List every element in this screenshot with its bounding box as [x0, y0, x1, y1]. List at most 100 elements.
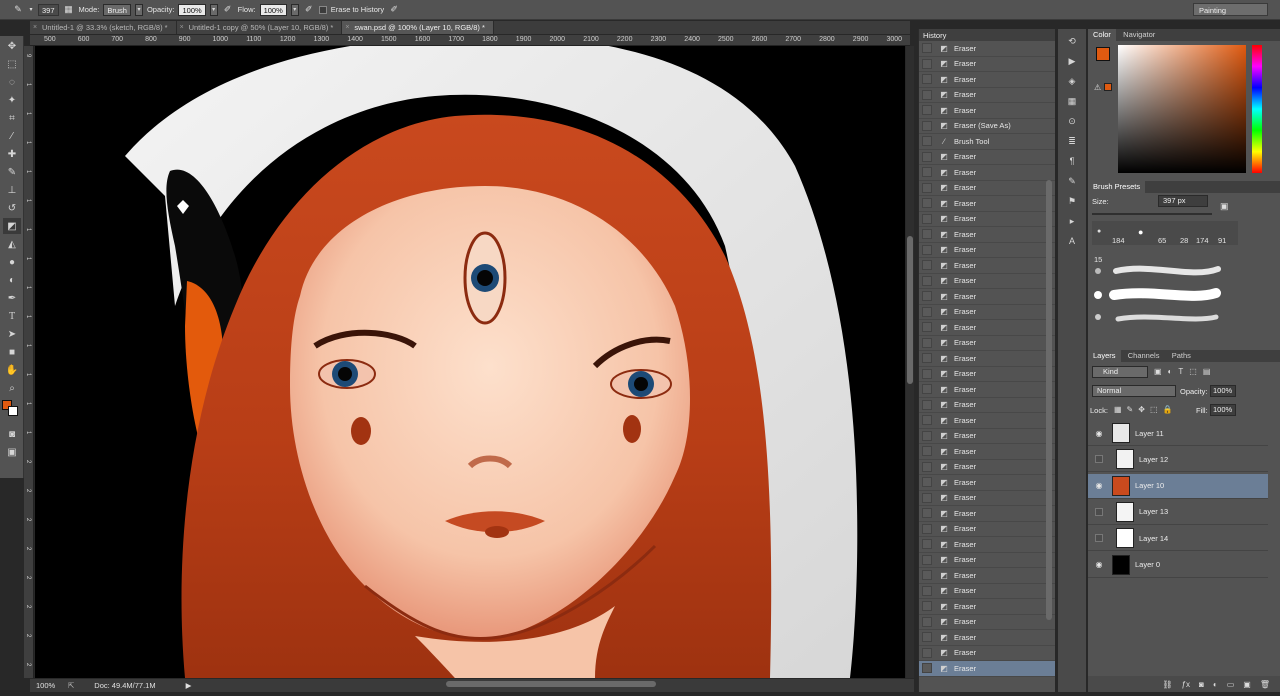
layer-row[interactable]: ◉ Layer 10 [1088, 473, 1268, 499]
path-selection-tool-icon[interactable]: ➤ [3, 326, 21, 342]
history-snapshot-checkbox[interactable] [922, 120, 932, 131]
history-item[interactable]: ◩ Eraser [919, 289, 1055, 305]
history-item[interactable]: ◩ Eraser [919, 646, 1055, 661]
clone-source-icon[interactable]: ⊙ [1063, 113, 1081, 129]
history-snapshot-checkbox[interactable] [922, 105, 932, 116]
history-item[interactable]: ◩ Eraser [919, 165, 1055, 181]
actions-panel-icon[interactable]: ▶ [1063, 53, 1081, 69]
workspace-select[interactable]: Painting [1193, 3, 1268, 16]
visibility-toggle[interactable] [1095, 534, 1103, 543]
share-icon[interactable]: ⇱ [68, 681, 74, 690]
airbrush-icon[interactable]: ✐ [303, 4, 315, 16]
history-snapshot-checkbox[interactable] [922, 415, 932, 426]
swatches-panel-icon[interactable]: ▦ [1063, 93, 1081, 109]
layer-row[interactable]: Layer 13 [1088, 500, 1268, 525]
brush-size-input[interactable]: 397 px [1158, 195, 1208, 207]
marquee-tool-icon[interactable]: ⬚ [3, 56, 21, 72]
tab-brush-presets[interactable]: Brush Presets [1088, 181, 1146, 193]
history-snapshot-checkbox[interactable] [922, 58, 932, 69]
erase-to-history-checkbox[interactable] [318, 5, 327, 14]
mode-select[interactable]: Brush [103, 3, 131, 16]
history-snapshot-checkbox[interactable] [922, 399, 932, 410]
history-item[interactable]: ◩ Eraser [919, 320, 1055, 336]
eye-icon[interactable]: ◉ [1092, 558, 1106, 572]
history-item[interactable]: ◩ Eraser [919, 196, 1055, 212]
visibility-toggle[interactable] [1095, 507, 1103, 516]
zoom-level[interactable]: 100% [36, 681, 62, 690]
adjustment-layer-icon[interactable]: ◐ [1213, 680, 1218, 689]
history-item[interactable]: ◩ Eraser [919, 336, 1055, 351]
lock-icons[interactable]: ▦✎✥⬚🔒 [1114, 405, 1177, 414]
brush-tip-size[interactable]: 174 [1196, 236, 1209, 245]
tab-channels[interactable]: Channels [1123, 350, 1165, 362]
opacity-input[interactable]: 100% [178, 3, 206, 16]
clone-stamp-tool-icon[interactable]: ⊥ [3, 182, 21, 198]
link-layers-icon[interactable]: ⛓ [1162, 680, 1172, 689]
history-snapshot-checkbox[interactable] [922, 74, 932, 85]
brush-tip-size[interactable]: 91 [1218, 236, 1226, 245]
delete-layer-icon[interactable]: 🗑 [1260, 680, 1270, 689]
background-color-swatch[interactable] [8, 406, 18, 416]
brush-tool-icon[interactable]: ✎ [3, 164, 21, 180]
tab-paths[interactable]: Paths [1167, 350, 1196, 362]
history-snapshot-checkbox[interactable] [922, 477, 932, 488]
brush-tip-size[interactable]: 28 [1180, 236, 1188, 245]
fx-icon[interactable]: ƒx [1182, 680, 1190, 689]
pressure-opacity-icon[interactable]: ✐ [222, 4, 234, 16]
tool-presets-icon[interactable]: ⚑ [1063, 193, 1081, 209]
brush-tip-hard-icon[interactable]: ● [1138, 227, 1143, 237]
mode-dropdown[interactable]: ▾ [134, 3, 143, 16]
layer-row[interactable]: Layer 14 [1088, 526, 1268, 552]
close-icon[interactable]: × [180, 21, 184, 34]
history-item[interactable]: ◩ Eraser [919, 553, 1055, 568]
gamut-color-chip[interactable] [1104, 83, 1112, 91]
tab-untitled-1[interactable]: × Untitled-1 @ 33.3% (sketch, RGB/8) * [30, 21, 177, 34]
history-item[interactable]: ◩ Eraser [919, 522, 1055, 537]
brush-panel-icon[interactable]: ▦ [63, 4, 75, 16]
hue-slider[interactable] [1252, 45, 1262, 173]
tab-color[interactable]: Color [1088, 29, 1116, 41]
color-field[interactable] [1118, 45, 1246, 173]
history-snapshot-checkbox[interactable] [922, 446, 932, 457]
brush-tip-soft-icon[interactable]: ● [1097, 228, 1101, 235]
history-snapshot-checkbox[interactable] [922, 291, 932, 302]
history-snapshot-checkbox[interactable] [922, 213, 932, 224]
history-item[interactable]: ◩ Eraser [919, 584, 1055, 599]
canvas-vertical-scroll-thumb[interactable] [907, 236, 913, 384]
layer-row[interactable]: Layer 12 [1088, 447, 1268, 473]
chevron-down-icon[interactable]: ▾ [28, 4, 34, 16]
history-snapshot-checkbox[interactable] [922, 229, 932, 240]
history-brush-tool-icon[interactable]: ↺ [3, 200, 21, 216]
history-item[interactable]: ◩ Eraser [919, 444, 1055, 460]
history-snapshot-checkbox[interactable] [922, 384, 932, 395]
history-snapshot-checkbox[interactable] [922, 322, 932, 333]
brush-stroke-previews[interactable] [1092, 261, 1232, 333]
history-snapshot-checkbox[interactable] [922, 260, 932, 271]
screen-mode-icon[interactable]: ▣ [3, 444, 21, 460]
history-item[interactable]: ◩ Eraser [919, 72, 1055, 88]
history-item[interactable]: ◩ Eraser [919, 212, 1055, 227]
history-item[interactable]: ◩ Eraser [919, 475, 1055, 491]
history-snapshot-checkbox[interactable] [922, 663, 932, 674]
history-item[interactable]: ◩ Eraser [919, 568, 1055, 584]
lasso-tool-icon[interactable]: ◌ [3, 74, 21, 90]
history-snapshot-checkbox[interactable] [922, 492, 932, 503]
visibility-toggle[interactable] [1095, 455, 1103, 464]
layer-filter-icons[interactable]: ▣◐T⬚▤ [1154, 367, 1216, 376]
document-canvas[interactable] [35, 46, 905, 678]
history-item[interactable]: ◩ Eraser [919, 537, 1055, 553]
brush-tip-size[interactable]: 65 [1158, 236, 1166, 245]
opacity-slider-toggle[interactable]: ▾ [209, 3, 218, 16]
tab-navigator[interactable]: Navigator [1118, 29, 1160, 41]
close-icon[interactable]: × [345, 21, 349, 34]
history-snapshot-checkbox[interactable] [922, 151, 932, 162]
layer-row[interactable]: ◉ Layer 11 [1088, 421, 1268, 446]
history-snapshot-checkbox[interactable] [922, 585, 932, 596]
move-tool-icon[interactable]: ✥ [3, 38, 21, 54]
history-item[interactable]: ◩ Eraser [919, 227, 1055, 243]
history-item[interactable]: ◩ Eraser [919, 630, 1055, 646]
history-item[interactable]: ◩ Eraser [919, 150, 1055, 165]
foreground-color-chip[interactable] [1096, 47, 1110, 61]
history-snapshot-checkbox[interactable] [922, 570, 932, 581]
history-item[interactable]: ◩ Eraser [919, 382, 1055, 398]
